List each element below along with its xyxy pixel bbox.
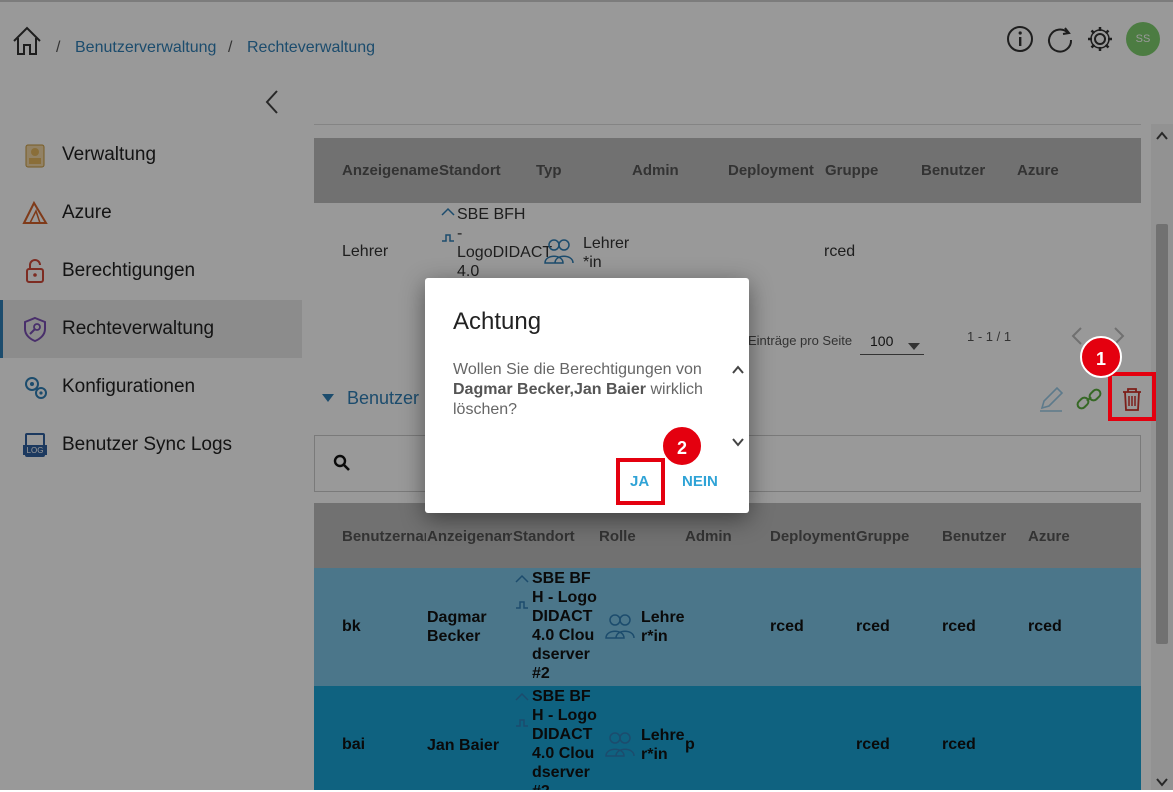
yes-button[interactable]: JA xyxy=(630,473,649,490)
dialog-title: Achtung xyxy=(453,308,542,335)
dialog-scrollbar[interactable] xyxy=(730,358,746,450)
dialog-text-before: Wollen Sie die Berechtigungen von xyxy=(453,361,702,378)
scroll-up-icon[interactable] xyxy=(732,362,744,380)
no-button[interactable]: NEIN xyxy=(682,473,718,490)
step-marker-1: 1 xyxy=(1080,336,1122,378)
highlight-box-delete xyxy=(1108,372,1156,421)
step-marker-2: 2 xyxy=(661,425,703,467)
dialog-text-names: Dagmar Becker,Jan Baier xyxy=(453,381,646,398)
scroll-down-icon[interactable] xyxy=(732,434,744,452)
dialog-message: Wollen Sie die Berechtigungen von Dagmar… xyxy=(453,360,723,420)
confirm-dialog: Achtung Wollen Sie die Berechtigungen vo… xyxy=(425,278,749,513)
